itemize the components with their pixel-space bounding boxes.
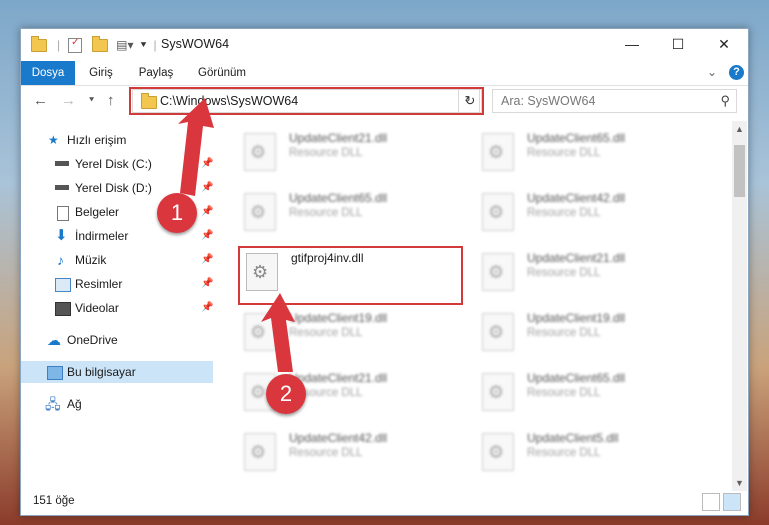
callout-2: 2 xyxy=(266,374,306,414)
annotation-overlay xyxy=(178,98,295,372)
arrow-1 xyxy=(178,98,214,196)
arrow-2 xyxy=(261,293,295,372)
callout-1: 1 xyxy=(157,193,197,233)
